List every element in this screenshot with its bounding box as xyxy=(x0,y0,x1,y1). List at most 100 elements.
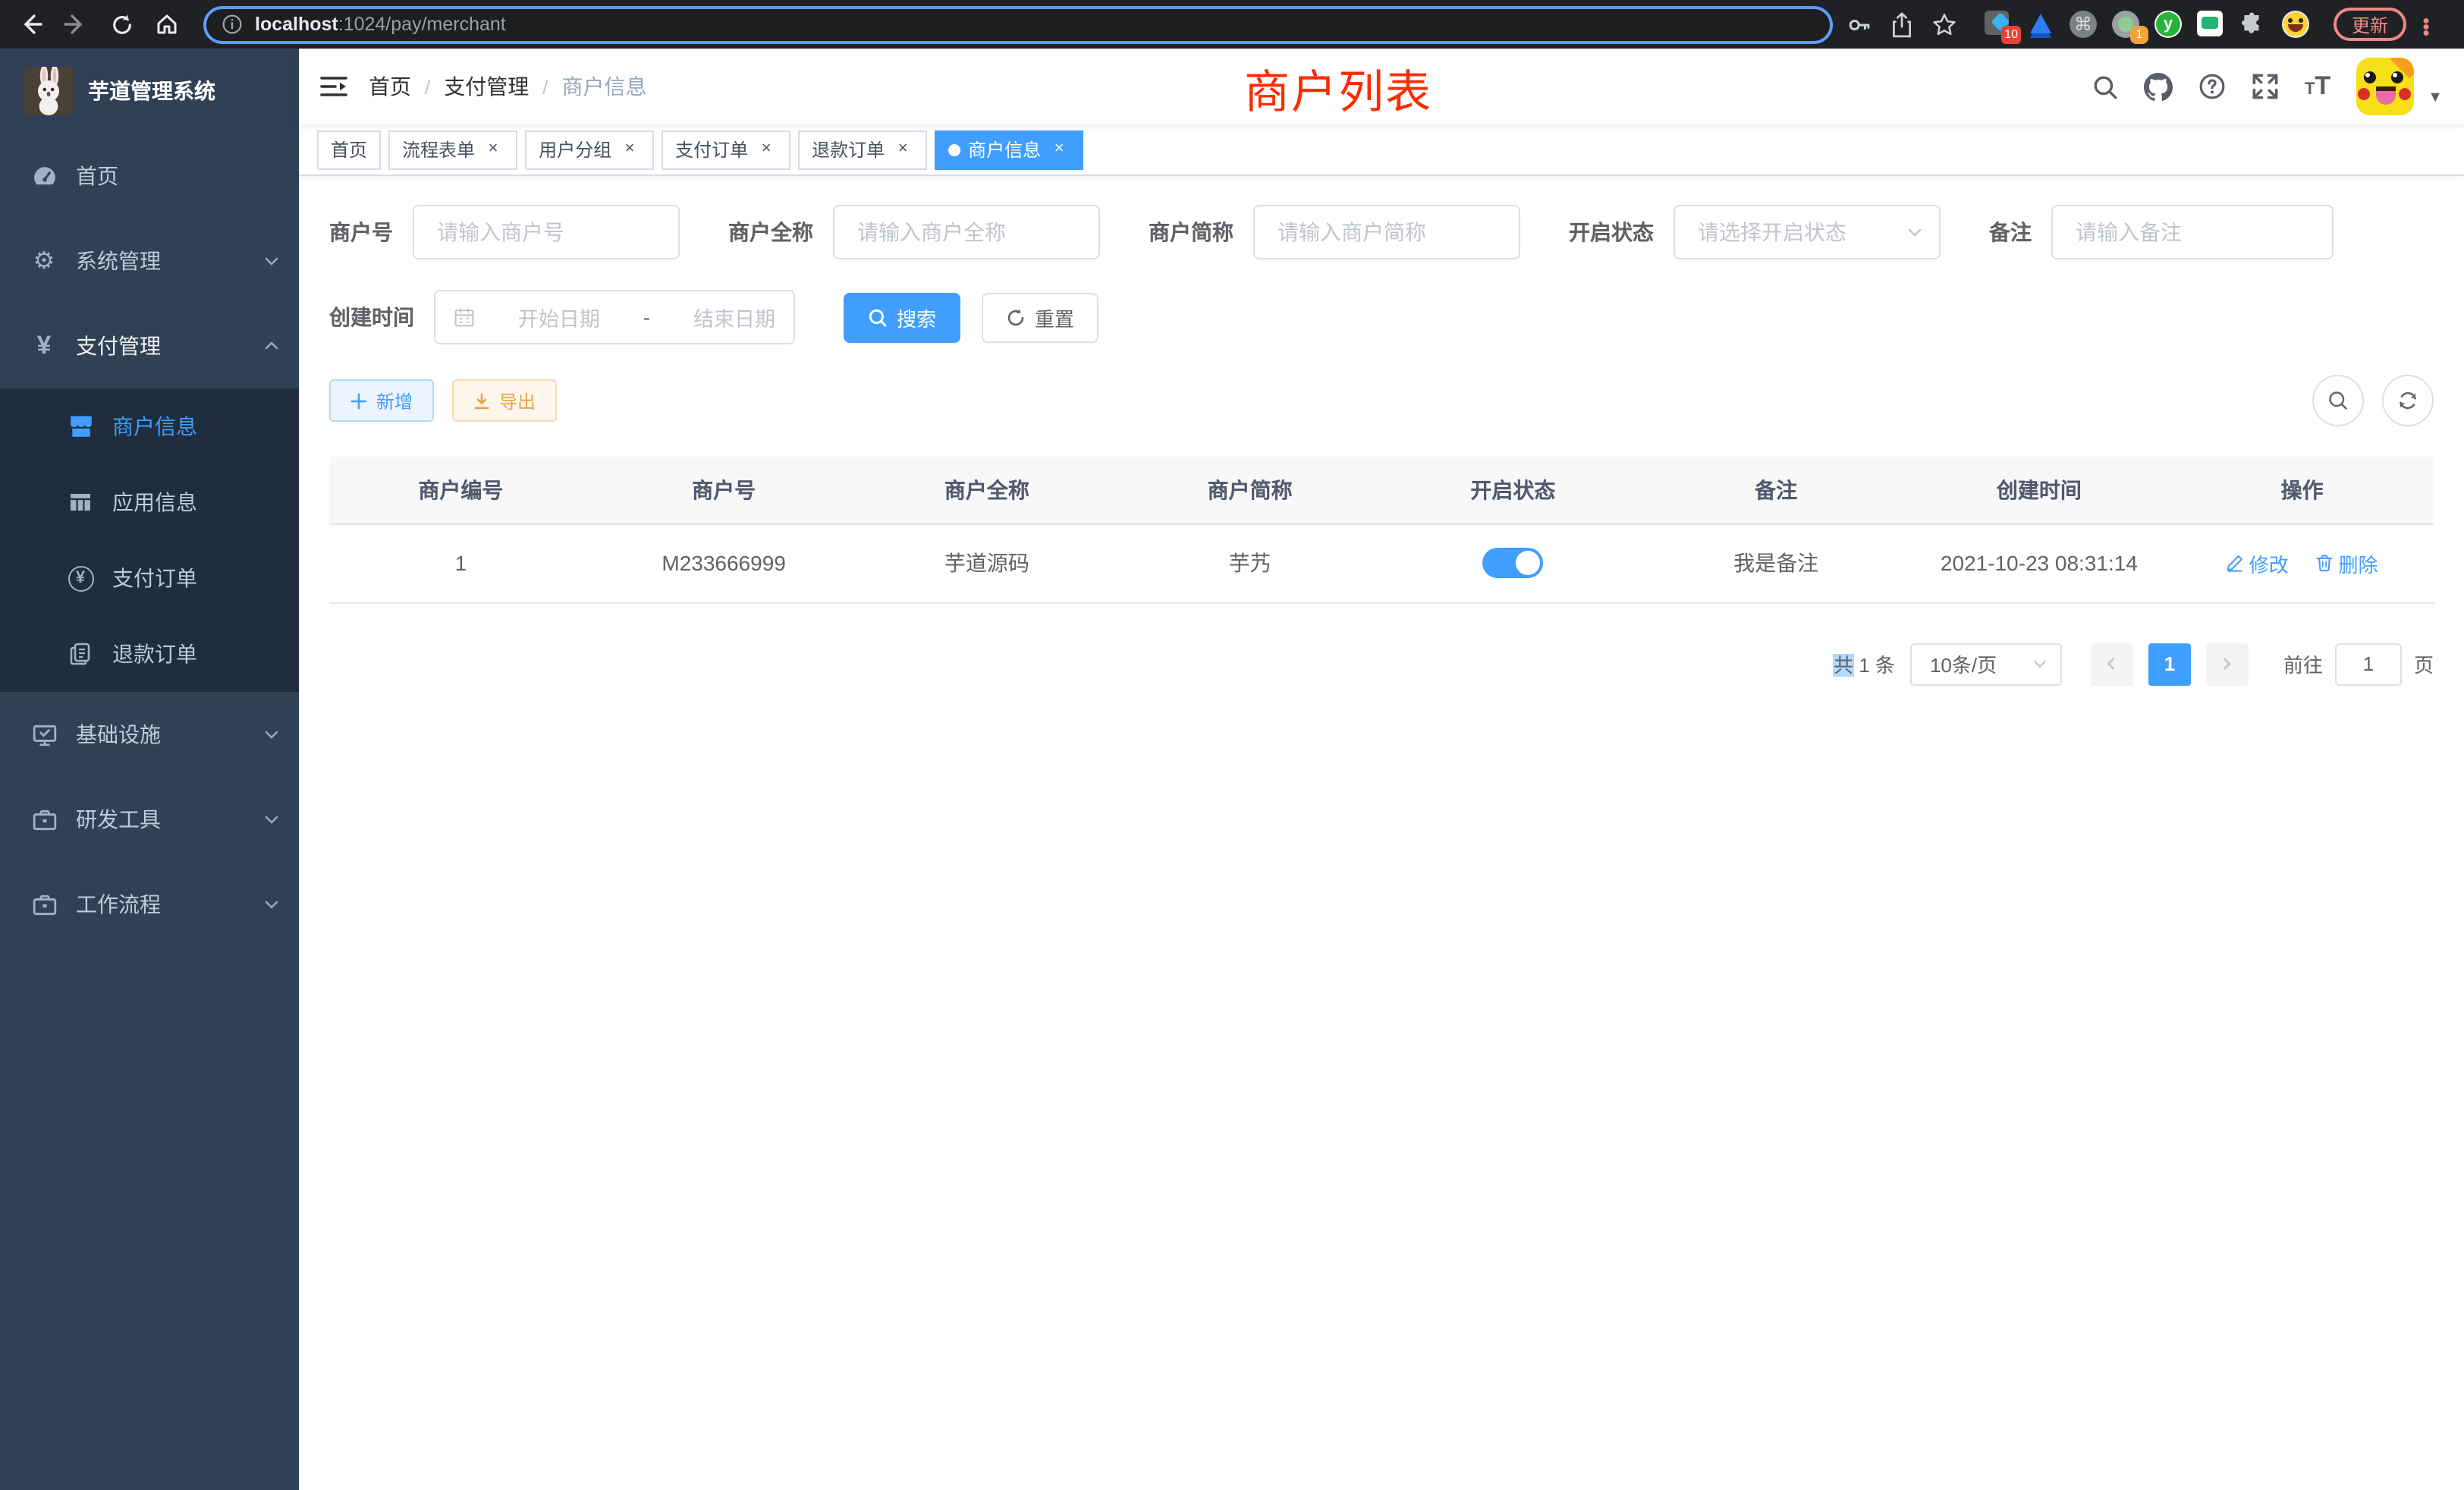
sidebar-item-payment[interactable]: ¥ 支付管理 xyxy=(0,303,299,388)
chevron-down-icon xyxy=(1906,223,1924,241)
sidebar-item-label: 应用信息 xyxy=(112,487,281,517)
tab-refund-order[interactable]: 退款订单 × xyxy=(798,130,927,169)
sidebar-item-app-info[interactable]: 应用信息 xyxy=(0,464,299,540)
cell-remark: 我是备注 xyxy=(1645,523,1908,602)
sidebar-item-home[interactable]: 首页 xyxy=(0,134,299,218)
tab-close-icon[interactable]: × xyxy=(892,139,913,160)
next-page-button[interactable] xyxy=(2206,643,2249,685)
forward-icon[interactable] xyxy=(58,6,94,42)
edit-link[interactable]: 修改 xyxy=(2227,549,2289,577)
url-path: :1024/pay/merchant xyxy=(338,14,506,35)
extensions-puzzle-icon[interactable] xyxy=(2239,11,2267,38)
help-icon[interactable] xyxy=(2198,73,2226,100)
extension-kite-icon[interactable] xyxy=(2027,11,2054,38)
user-caret-icon[interactable]: ▼ xyxy=(2428,89,2443,105)
breadcrumb-home[interactable]: 首页 xyxy=(369,71,411,102)
breadcrumb-current: 商户信息 xyxy=(562,71,647,102)
sidebar-item-label: 商户信息 xyxy=(112,411,281,442)
status-select[interactable]: 请选择开启状态 xyxy=(1674,205,1941,259)
tab-merchant-info[interactable]: 商户信息 × xyxy=(935,130,1083,169)
home-icon[interactable] xyxy=(149,6,185,42)
sidebar-item-merchant-info[interactable]: 商户信息 xyxy=(0,388,299,464)
password-key-icon[interactable] xyxy=(1842,11,1875,37)
search-icon[interactable] xyxy=(2092,74,2118,99)
github-icon[interactable] xyxy=(2144,72,2173,101)
create-time-range-input[interactable]: 开始日期 - 结束日期 xyxy=(434,290,795,344)
col-actions: 操作 xyxy=(2170,457,2434,523)
filter-form-row-2: 创建时间 开始日期 - 结束日期 搜索 xyxy=(329,290,2434,344)
reset-button[interactable]: 重置 xyxy=(982,292,1098,342)
tab-close-icon[interactable]: × xyxy=(1048,139,1070,160)
sidebar-item-label: 退款订单 xyxy=(112,639,281,669)
cell-actions: 修改 删除 xyxy=(2170,523,2434,602)
extension-y-icon[interactable]: y xyxy=(2154,11,2182,38)
browser-update-button[interactable]: 更新 xyxy=(2334,8,2406,41)
info-icon[interactable] xyxy=(222,14,243,35)
create-time-label: 创建时间 xyxy=(329,302,414,332)
tab-pay-order[interactable]: 支付订单 × xyxy=(662,130,790,169)
sidebar-item-label: 首页 xyxy=(76,161,281,191)
bookmark-star-icon[interactable] xyxy=(1927,11,1960,37)
start-date-placeholder: 开始日期 xyxy=(518,302,600,332)
url-host: localhost xyxy=(255,14,338,35)
extension-devtools-icon[interactable]: 10 xyxy=(1985,11,2012,38)
extension-badge: 1 xyxy=(2130,26,2148,44)
hide-search-button[interactable] xyxy=(2312,375,2364,426)
status-toggle[interactable] xyxy=(1482,548,1543,578)
user-avatar[interactable] xyxy=(2356,58,2414,115)
sidebar-item-dev-tools[interactable]: 研发工具 xyxy=(0,777,299,862)
tab-label: 退款订单 xyxy=(812,137,885,162)
sidebar-toggle-icon[interactable] xyxy=(320,74,347,99)
app-title: 芋道管理系统 xyxy=(88,76,215,106)
url-bar[interactable]: localhost :1024/pay/merchant xyxy=(203,5,1833,43)
tab-process-form[interactable]: 流程表单 × xyxy=(388,130,517,169)
browser-menu-icon[interactable]: ••• xyxy=(2415,15,2437,33)
sidebar-item-workflow[interactable]: 工作流程 xyxy=(0,862,299,947)
sidebar-item-pay-order[interactable]: ¥ 支付订单 xyxy=(0,540,299,616)
full-name-input[interactable]: 请输入商户全称 xyxy=(833,205,1100,259)
reload-icon[interactable] xyxy=(103,6,140,42)
refresh-button[interactable] xyxy=(2382,375,2434,426)
shop-icon xyxy=(67,413,94,439)
sidebar-item-label: 研发工具 xyxy=(76,804,244,835)
page-number-1[interactable]: 1 xyxy=(2148,643,2191,685)
font-size-icon[interactable]: TT xyxy=(2305,71,2330,102)
sidebar-item-system[interactable]: ⚙ 系统管理 xyxy=(0,218,299,303)
share-icon[interactable] xyxy=(1884,11,1918,37)
profile-emoji-icon[interactable] xyxy=(2282,11,2309,38)
payment-submenu: 商户信息 应用信息 ¥ 支付订单 xyxy=(0,388,299,692)
add-button[interactable]: 新增 xyxy=(329,379,434,422)
range-separator: - xyxy=(643,305,650,329)
chevron-down-icon xyxy=(262,895,281,913)
tab-close-icon[interactable]: × xyxy=(482,139,504,160)
prev-page-button[interactable] xyxy=(2091,643,2133,685)
fullscreen-icon[interactable] xyxy=(2252,73,2279,100)
extension-chat-icon[interactable] xyxy=(2197,11,2224,38)
extension-dot-icon[interactable]: 1 xyxy=(2112,11,2139,38)
goto-page-input[interactable] xyxy=(2335,643,2402,685)
sidebar-item-refund-order[interactable]: 退款订单 xyxy=(0,616,299,692)
main-panel: 商户号 请输入商户号 商户全称 请输入商户全称 商户简称 请输入商户简称 开启状… xyxy=(299,176,2464,1490)
breadcrumb-payment[interactable]: 支付管理 xyxy=(444,71,529,102)
pagination: 共 1 条 10条/页 1 前往 xyxy=(329,643,2434,685)
tab-close-icon[interactable]: × xyxy=(619,139,640,160)
extension-badge: 10 xyxy=(2001,26,2021,44)
tab-close-icon[interactable]: × xyxy=(756,139,777,160)
tab-home[interactable]: 首页 xyxy=(317,130,381,169)
remark-input[interactable]: 请输入备注 xyxy=(2051,205,2334,259)
search-button[interactable]: 搜索 xyxy=(844,292,960,342)
extension-command-icon[interactable]: ⌘ xyxy=(2070,11,2097,38)
export-button[interactable]: 导出 xyxy=(452,379,557,422)
tab-label: 用户分组 xyxy=(539,137,611,162)
back-icon[interactable] xyxy=(12,6,49,42)
table-header-row: 商户编号 商户号 商户全称 商户简称 开启状态 备注 创建时间 操作 xyxy=(329,457,2434,523)
sidebar-logo-row[interactable]: 芋道管理系统 xyxy=(0,49,299,134)
delete-link[interactable]: 删除 xyxy=(2316,549,2378,577)
merchant-no-input[interactable]: 请输入商户号 xyxy=(413,205,680,259)
tab-user-group[interactable]: 用户分组 × xyxy=(525,130,654,169)
page-size-select[interactable]: 10条/页 xyxy=(1910,643,2062,685)
document-copy-icon xyxy=(67,642,94,666)
short-name-input[interactable]: 请输入商户简称 xyxy=(1253,205,1520,259)
search-icon xyxy=(868,307,888,327)
sidebar-item-infrastructure[interactable]: 基础设施 xyxy=(0,692,299,777)
